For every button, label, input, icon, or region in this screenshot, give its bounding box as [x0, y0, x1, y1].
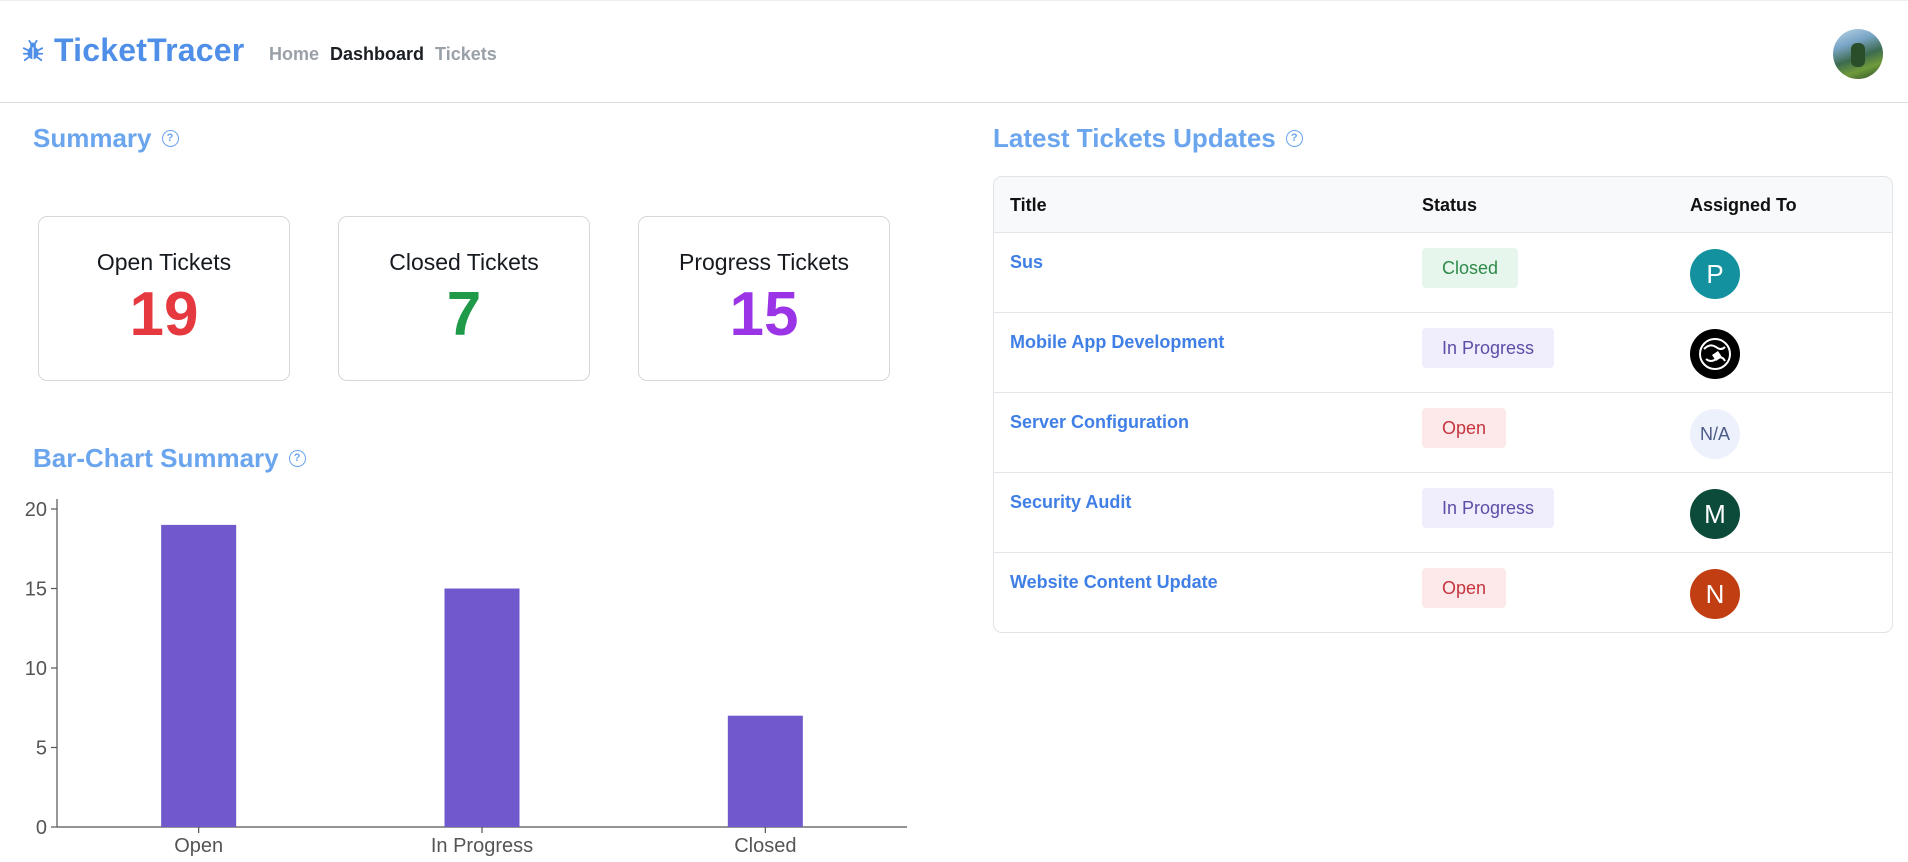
- x-tick-label: Closed: [734, 835, 796, 857]
- help-icon[interactable]: ?: [1285, 130, 1303, 147]
- status-badge: Closed: [1422, 248, 1519, 288]
- summary-heading: Summary ?: [33, 123, 179, 154]
- nav-dashboard[interactable]: Dashboard: [330, 44, 424, 65]
- nav-tickets[interactable]: Tickets: [435, 44, 497, 65]
- ticket-title-link[interactable]: Security Audit: [1010, 492, 1131, 513]
- status-badge: In Progress: [1422, 488, 1555, 528]
- brand-logo[interactable]: TicketTracer: [22, 32, 244, 69]
- column-status: Status: [1422, 195, 1478, 215]
- table-row[interactable]: Website Content Update Open N: [994, 553, 1892, 632]
- bar-chart: 0 5 10 15 20 Open In Progress Closed: [25, 499, 907, 857]
- card-label: Closed Tickets: [389, 249, 539, 275]
- help-icon[interactable]: ?: [161, 130, 179, 147]
- status-badge: Open: [1422, 568, 1507, 608]
- world-map-avatar-icon: [1699, 338, 1731, 370]
- bar[interactable]: [161, 524, 237, 827]
- bar[interactable]: [444, 588, 520, 828]
- table-row[interactable]: Sus Closed P: [994, 233, 1892, 313]
- summary-title: Summary: [33, 123, 152, 153]
- card-value: 19: [129, 280, 199, 349]
- progress-tickets-card: Progress Tickets 15: [638, 216, 890, 381]
- assignee-avatar: [1690, 329, 1740, 379]
- latest-heading: Latest Tickets Updates ?: [993, 123, 1303, 154]
- open-tickets-card: Open Tickets 19: [38, 216, 290, 381]
- table-row[interactable]: Server Configuration Open N/A: [994, 393, 1892, 473]
- top-navbar: TicketTracer Home Dashboard Tickets: [0, 0, 1908, 103]
- brand-name: TicketTracer: [54, 32, 245, 68]
- assignee-avatar: M: [1690, 489, 1740, 539]
- table-row[interactable]: Security Audit In Progress M: [994, 473, 1892, 553]
- latest-tickets-table: Title Status Assigned To Sus Closed P Mo…: [993, 176, 1893, 633]
- y-tick-label: 0: [36, 817, 47, 839]
- nav-home[interactable]: Home: [269, 44, 319, 65]
- table-row[interactable]: Mobile App Development In Progress: [994, 313, 1892, 393]
- column-title: Title: [1010, 195, 1047, 215]
- card-label: Open Tickets: [96, 249, 232, 275]
- card-value: 7: [446, 280, 482, 349]
- user-avatar[interactable]: [1833, 29, 1883, 79]
- table-header: Title Status Assigned To: [994, 177, 1892, 233]
- column-assigned: Assigned To: [1690, 195, 1797, 215]
- assignee-avatar: N: [1690, 569, 1740, 619]
- y-tick-label: 20: [25, 499, 47, 521]
- bar[interactable]: [727, 715, 803, 827]
- bug-icon: [22, 39, 44, 61]
- assignee-avatar: N/A: [1690, 409, 1740, 459]
- ticket-title-link[interactable]: Sus: [1010, 252, 1043, 273]
- x-tick-label: In Progress: [431, 835, 533, 857]
- ticket-title-link[interactable]: Server Configuration: [1010, 412, 1189, 433]
- help-icon[interactable]: ?: [288, 450, 306, 467]
- card-label: Progress Tickets: [679, 249, 849, 275]
- y-tick-label: 5: [36, 738, 47, 760]
- ticket-title-link[interactable]: Mobile App Development: [1010, 332, 1224, 353]
- card-value: 15: [729, 280, 799, 349]
- y-tick-label: 15: [25, 579, 47, 601]
- main-nav: Home Dashboard Tickets: [269, 44, 497, 65]
- y-tick-label: 10: [25, 658, 47, 680]
- bar-chart-heading: Bar-Chart Summary ?: [33, 443, 306, 474]
- closed-tickets-card: Closed Tickets 7: [338, 216, 590, 381]
- assignee-avatar: P: [1690, 249, 1740, 299]
- status-badge: Open: [1422, 408, 1507, 448]
- ticket-title-link[interactable]: Website Content Update: [1010, 572, 1218, 593]
- status-badge: In Progress: [1422, 328, 1555, 368]
- bar-chart-title: Bar-Chart Summary: [33, 443, 279, 473]
- x-tick-label: Open: [174, 835, 223, 857]
- latest-title: Latest Tickets Updates: [993, 123, 1276, 153]
